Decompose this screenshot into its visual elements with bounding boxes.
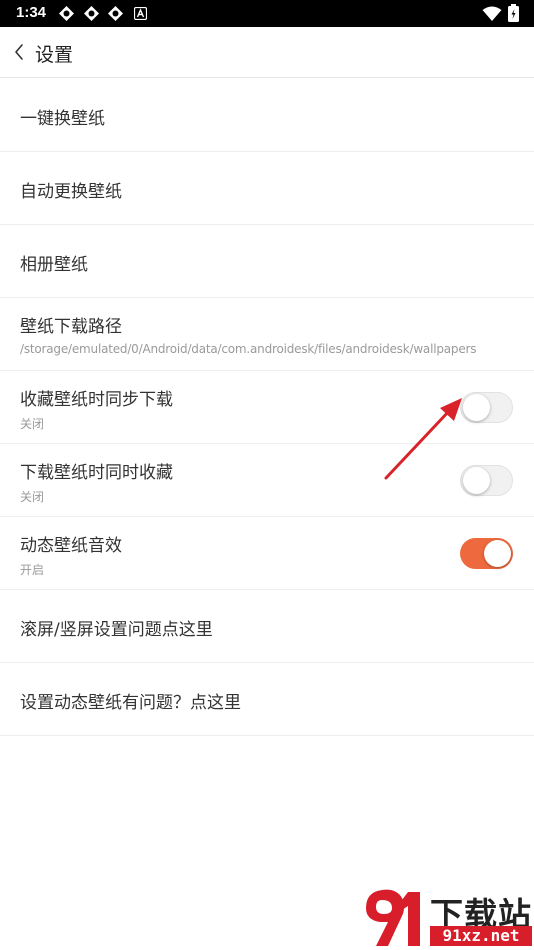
watermark-url: 91xz.net — [430, 926, 532, 946]
toggle-knob — [484, 540, 511, 567]
setting-live-wallpaper-help[interactable]: 设置动态壁纸有问题？点这里 — [0, 663, 534, 736]
setting-status: 关闭 — [20, 417, 45, 431]
setting-live-wallpaper-sound: 动态壁纸音效 开启 — [0, 517, 534, 590]
setting-title: 一键换壁纸 — [20, 109, 105, 129]
app-notification-icon — [59, 6, 74, 21]
setting-status: 关闭 — [20, 490, 45, 504]
setting-status: 开启 — [20, 563, 45, 577]
battery-icon — [508, 4, 519, 22]
setting-title: 自动更换壁纸 — [20, 182, 122, 202]
download-path-value: /storage/emulated/0/Android/data/com.and… — [20, 342, 477, 356]
back-arrow-icon[interactable] — [8, 39, 32, 65]
app-notification-icon — [84, 6, 99, 21]
setting-album-wallpaper[interactable]: 相册壁纸 — [0, 225, 534, 298]
watermark-logo-icon — [366, 889, 420, 946]
annotation-arrow-icon — [384, 398, 462, 480]
setting-one-click-wallpaper[interactable]: 一键换壁纸 — [0, 79, 534, 152]
setting-title: 滚屏/竖屏设置问题点这里 — [20, 620, 213, 640]
setting-scroll-screen-help[interactable]: 滚屏/竖屏设置问题点这里 — [0, 590, 534, 663]
setting-title: 壁纸下载路径 — [20, 317, 122, 337]
a-letter-icon — [134, 7, 147, 20]
setting-auto-change-wallpaper[interactable]: 自动更换壁纸 — [0, 152, 534, 225]
setting-title: 动态壁纸音效 — [20, 536, 122, 556]
setting-title: 相册壁纸 — [20, 255, 88, 275]
status-bar: 1:34 — [0, 0, 534, 27]
wifi-icon — [482, 6, 502, 21]
app-notification-icon — [108, 6, 123, 21]
page-title: 设置 — [35, 44, 74, 66]
setting-title: 下载壁纸时同时收藏 — [20, 463, 173, 483]
setting-download-path[interactable]: 壁纸下载路径 /storage/emulated/0/Android/data/… — [0, 298, 534, 371]
watermark: 下载站 91xz.net — [362, 886, 534, 950]
setting-title: 设置动态壁纸有问题？点这里 — [20, 693, 241, 713]
app-bar: 设置 — [0, 27, 534, 78]
setting-title: 收藏壁纸时同步下载 — [20, 390, 173, 410]
status-time: 1:34 — [16, 4, 47, 21]
live-wallpaper-sound-toggle[interactable] — [460, 538, 513, 569]
